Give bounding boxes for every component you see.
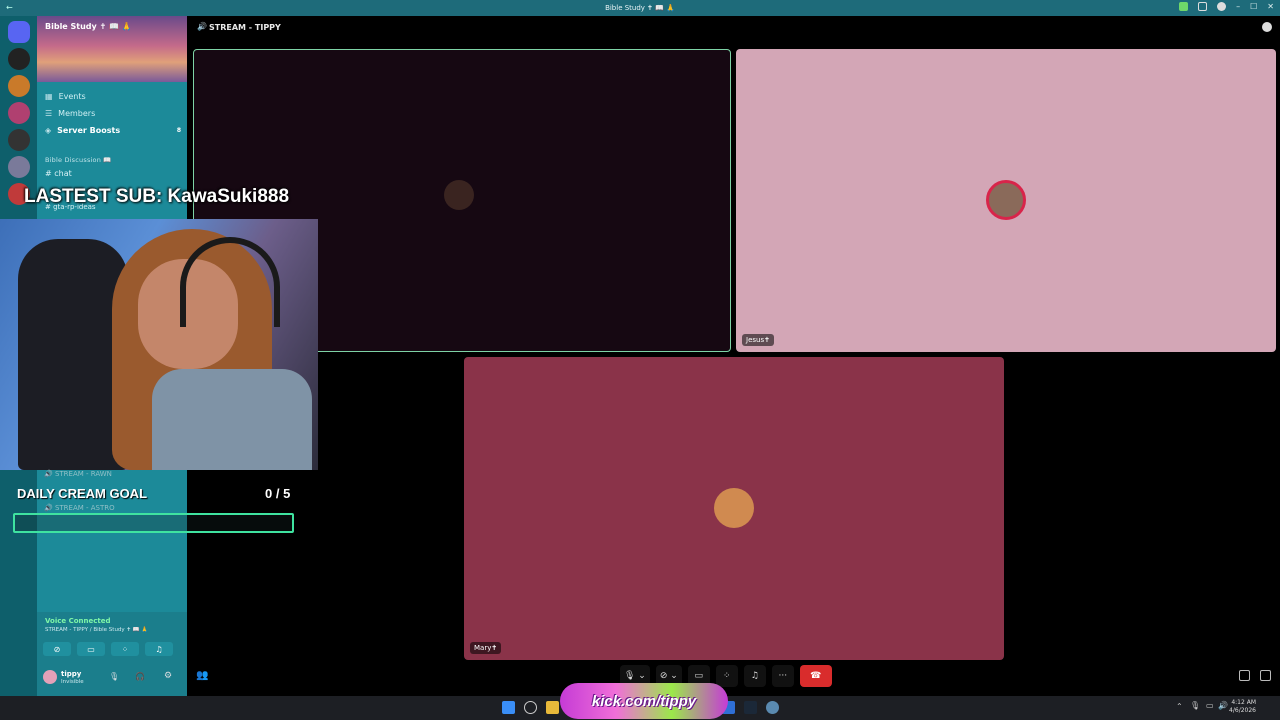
server-icon[interactable] <box>7 129 30 151</box>
discord-home-icon[interactable] <box>7 21 30 43</box>
gear-icon[interactable]: ⚙ <box>164 671 172 681</box>
channel-label: chat <box>54 169 72 178</box>
participant-avatar <box>714 488 754 528</box>
chevron-up-icon[interactable]: ⌃ <box>1176 702 1183 711</box>
invite-icon[interactable]: 👥 <box>196 670 208 681</box>
user-panel[interactable]: tippy Invisible 🎙 🎧 ⚙ <box>37 664 187 692</box>
voice-channel-name: STREAM - TIPPY / Bible Study ✝ 📖 🙏 <box>45 627 149 633</box>
category-bible-discussion[interactable]: Bible Discussion 📖 <box>45 156 112 164</box>
participant-name-tag: Mary✝ <box>470 642 502 654</box>
participant-name-tag: Jesus✝ <box>742 334 774 346</box>
soundboard-button[interactable]: ♫ <box>743 665 766 687</box>
voice-connected-status[interactable]: Voice Connected <box>45 617 111 625</box>
voice-channel-label: STREAM - ASTRO <box>54 504 115 512</box>
calendar-icon: ▦ <box>45 92 53 101</box>
voice-channel-label: STREAM - RAWN <box>54 470 112 478</box>
chat-icon[interactable] <box>1262 22 1272 32</box>
more-button[interactable]: ··· <box>771 665 794 687</box>
server-icon[interactable] <box>7 75 30 97</box>
help-icon[interactable] <box>1217 2 1227 11</box>
server-banner[interactable]: Bible Study ✝ 📖 🙏 <box>37 16 187 82</box>
user-status: Invisible <box>61 679 84 685</box>
clock-date: 4/6/2026 <box>1229 707 1256 714</box>
search-icon[interactable] <box>524 701 537 714</box>
boost-icon: ◈ <box>45 126 52 135</box>
leaf-icon[interactable] <box>1179 2 1189 11</box>
volume-icon[interactable]: 🔊 <box>1218 701 1228 710</box>
video-tile-jesus[interactable]: Jesus✝ <box>736 49 1276 352</box>
soundboard-button[interactable]: ♫ <box>145 642 173 656</box>
activities-button[interactable]: ⁘ <box>111 642 139 656</box>
participant-avatar <box>986 180 1026 220</box>
sidebar-item-label: Events <box>58 92 86 101</box>
goal-count: 0 / 5 <box>265 486 291 501</box>
window-title: Bible Study ✝ 📖 🙏 <box>605 4 675 12</box>
file-explorer-icon[interactable] <box>546 701 559 714</box>
server-icon[interactable] <box>7 48 30 70</box>
network-icon[interactable]: ▭ <box>1206 701 1214 710</box>
sidebar-item-server-boosts[interactable]: ◈ Server Boosts 8 <box>45 126 181 135</box>
call-header: 🔊 STREAM - TIPPY <box>187 16 1280 40</box>
streamer-shirt <box>152 369 312 470</box>
avatar[interactable] <box>43 670 57 684</box>
goal-title: DAILY CREAM GOAL <box>17 486 148 501</box>
microphone-icon[interactable]: 🎙 <box>109 672 119 681</box>
minimize-icon[interactable]: – <box>1236 2 1240 11</box>
voice-channel-astro[interactable]: 🔊 STREAM - ASTRO <box>44 504 115 512</box>
members-icon: ☰ <box>45 109 53 118</box>
kick-url-overlay: kick.com/tippy <box>560 683 728 719</box>
latest-sub-banner: LASTEST SUB: KawaSuki888 <box>24 186 290 207</box>
close-icon[interactable]: ✕ <box>1267 2 1274 11</box>
headset-icon <box>180 237 280 327</box>
sidebar-item-members[interactable]: ☰ Members <box>45 109 95 118</box>
inbox-icon[interactable] <box>1198 2 1208 11</box>
sidebar-item-label: Members <box>58 109 96 118</box>
window-controls: – ☐ ✕ <box>1179 2 1274 11</box>
server-icon[interactable] <box>7 102 30 124</box>
webcam-overlay <box>0 219 318 470</box>
speaker-icon: 🔊 <box>197 22 207 31</box>
back-arrow-icon[interactable]: ← <box>6 3 13 12</box>
participant-avatar <box>444 180 474 210</box>
steam-icon[interactable] <box>744 701 757 714</box>
channel-title: STREAM - TIPPY <box>209 23 281 32</box>
voice-panel: Voice Connected STREAM - TIPPY / Bible S… <box>37 612 187 696</box>
windows-start-icon[interactable] <box>502 701 515 714</box>
channel-chat[interactable]: # chat <box>45 169 72 178</box>
headphones-icon[interactable]: 🎧 <box>135 672 145 681</box>
activities-button[interactable]: ⁘ <box>715 665 738 687</box>
voice-channel-rawn[interactable]: 🔊 STREAM - RAWN <box>44 470 112 478</box>
goal-progress-bar <box>13 513 294 533</box>
username: tippy <box>61 670 82 678</box>
server-icon[interactable] <box>7 156 30 178</box>
window-titlebar: ← Bible Study ✝ 📖 🙏 – ☐ ✕ <box>0 0 1280 16</box>
microphone-icon[interactable]: 🎙 <box>1190 701 1200 710</box>
boost-count-badge: 8 <box>176 127 181 134</box>
system-clock[interactable]: 4:12 AM 4/6/2026 <box>1229 699 1256 715</box>
camera-off-button[interactable]: ⊘ <box>43 642 71 656</box>
video-tile-mary[interactable]: Mary✝ <box>464 357 1004 660</box>
server-name[interactable]: Bible Study ✝ 📖 🙏 <box>45 22 132 31</box>
fullscreen-icon[interactable] <box>1260 670 1271 681</box>
disconnect-button[interactable]: ☎ <box>799 665 832 687</box>
clock-time: 4:12 AM <box>1231 699 1256 706</box>
popout-icon[interactable] <box>1239 670 1250 681</box>
sidebar-item-label: Server Boosts <box>57 126 121 135</box>
settings-icon[interactable] <box>766 701 779 714</box>
screen-share-button[interactable]: ▭ <box>77 642 105 656</box>
sidebar-item-events[interactable]: ▦ Events <box>45 92 86 101</box>
maximize-icon[interactable]: ☐ <box>1250 2 1257 11</box>
